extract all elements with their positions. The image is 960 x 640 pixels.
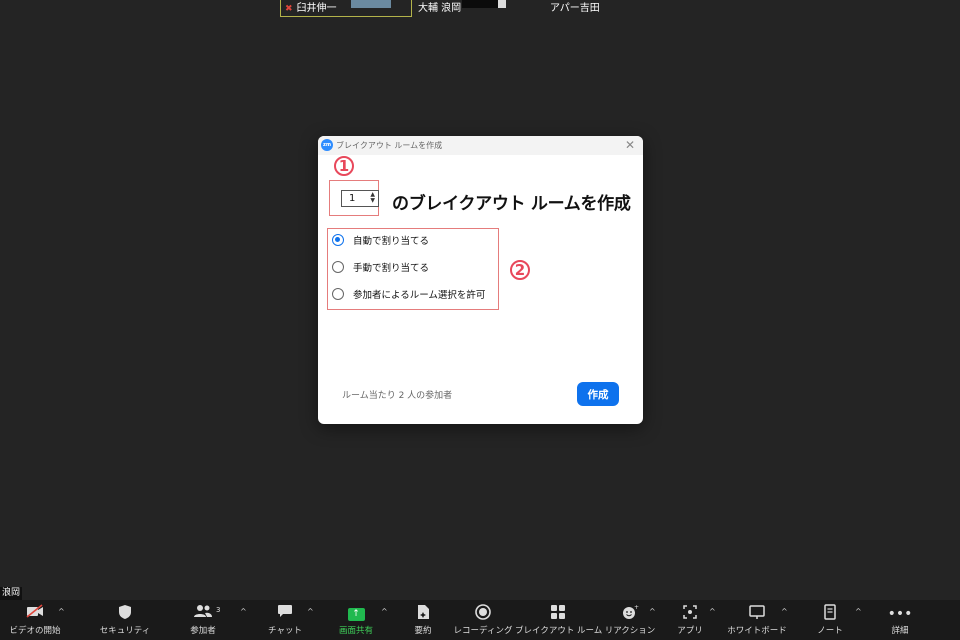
toolbar-more[interactable]: ••• 詳細 [865, 600, 935, 640]
dialog-titlebar: zm ブレイクアウト ルームを作成 ✕ [318, 136, 643, 155]
toolbar-label: チャット [268, 626, 302, 636]
participants-options-chevron-icon[interactable]: ^ [240, 607, 247, 616]
toolbar-label: 参加者 [190, 626, 216, 636]
video-thumbnail-detail [498, 0, 506, 8]
toolbar-label: ブレイクアウト ルーム [515, 626, 603, 636]
radio-selected[interactable] [332, 234, 344, 246]
video-tile-1[interactable]: ✖ 臼井伸一 [280, 0, 412, 17]
toolbar-record[interactable]: レコーディング [448, 600, 518, 640]
toolbar-chat[interactable]: チャット [250, 600, 320, 640]
whiteboard-options-chevron-icon[interactable]: ^ [781, 607, 788, 616]
zoom-logo-icon: zm [321, 139, 333, 151]
toolbar-label: ビデオの開始 [9, 626, 61, 636]
toolbar-label: ホワイトボード [727, 626, 787, 636]
callout-number-2: 2 [510, 260, 530, 280]
meeting-toolbar: ビデオの開始 ^ セキュリティ 参加者 3 ^ チャット ^ ↑ 画面共有 ^ … [0, 600, 960, 640]
radio-unselected[interactable] [332, 261, 344, 273]
self-name-label: 浪岡 [0, 587, 23, 600]
toolbar-whiteboard[interactable]: ホワイトボード [722, 600, 792, 640]
participant-name: 大輔 浪岡 [418, 3, 462, 14]
room-count-value: 1 [349, 193, 356, 204]
video-thumbnail [351, 0, 391, 8]
video-tile-3[interactable]: アパー吉田 [546, 0, 678, 17]
participants-icon [168, 604, 238, 624]
apps-options-chevron-icon[interactable]: ^ [709, 607, 716, 616]
option-label: 自動で割り当てる [353, 236, 430, 247]
participant-name: 臼井伸一 [296, 3, 337, 14]
toolbar-breakout-rooms[interactable]: ブレイクアウト ルーム [515, 600, 603, 640]
svg-text:+: + [634, 604, 639, 611]
dialog-heading: のブレイクアウト ルームを作成 [392, 194, 631, 214]
participant-count-badge: 3 [216, 606, 221, 614]
share-options-chevron-icon[interactable]: ^ [381, 607, 388, 616]
toolbar-apps[interactable]: アプリ [655, 600, 725, 640]
toolbar-label: 詳細 [891, 626, 909, 636]
highlight-box-1: 1 ▲ ▼ [329, 180, 379, 216]
notes-options-chevron-icon[interactable]: ^ [855, 607, 862, 616]
toolbar-label: レコーディング [453, 626, 513, 636]
toolbar-video[interactable]: ビデオの開始 [0, 600, 70, 640]
option-label: 参加者によるルーム選択を許可 [353, 290, 486, 301]
video-options-chevron-icon[interactable]: ^ [58, 607, 65, 616]
toolbar-security[interactable]: セキュリティ [90, 600, 160, 640]
radio-unselected[interactable] [332, 288, 344, 300]
option-label: 手動で割り当てる [353, 263, 430, 274]
mic-muted-icon: ✖ [285, 4, 293, 14]
toolbar-notes[interactable]: ノート [795, 600, 865, 640]
close-icon[interactable]: ✕ [625, 136, 635, 155]
breakout-rooms-dialog: zm ブレイクアウト ルームを作成 ✕ 1 1 ▲ ▼ のブレイクアウト ルームを… [318, 136, 643, 424]
video-tile-2[interactable]: 大輔 浪岡 [414, 0, 544, 17]
toolbar-share-screen[interactable]: ↑ 画面共有 [321, 600, 391, 640]
create-button[interactable]: 作成 [577, 382, 619, 406]
option-auto-assign[interactable]: 自動で割り当てる [332, 233, 429, 247]
more-icon: ••• [887, 606, 913, 622]
toolbar-label: ノート [817, 626, 843, 636]
breakout-rooms-icon [515, 604, 601, 624]
option-manual-assign[interactable]: 手動で割り当てる [332, 260, 429, 274]
toolbar-participants[interactable]: 参加者 [168, 600, 238, 640]
dialog-title: ブレイクアウト ルームを作成 [336, 141, 443, 150]
record-icon [448, 604, 518, 624]
option-let-participants-choose[interactable]: 参加者によるルーム選択を許可 [332, 287, 485, 301]
stepper-arrows-icon[interactable]: ▲ ▼ [370, 192, 375, 204]
toolbar-label: セキュリティ [99, 626, 151, 636]
room-count-stepper[interactable]: 1 ▲ ▼ [341, 190, 379, 207]
participants-per-room: ルーム当たり 2 人の参加者 [342, 391, 453, 401]
toolbar-label: 画面共有 [338, 626, 373, 636]
shield-icon [90, 604, 160, 624]
participant-name: アパー吉田 [550, 3, 600, 14]
toolbar-label: アプリ [677, 626, 703, 636]
callout-number-1: 1 [334, 156, 354, 176]
chat-options-chevron-icon[interactable]: ^ [307, 607, 314, 616]
